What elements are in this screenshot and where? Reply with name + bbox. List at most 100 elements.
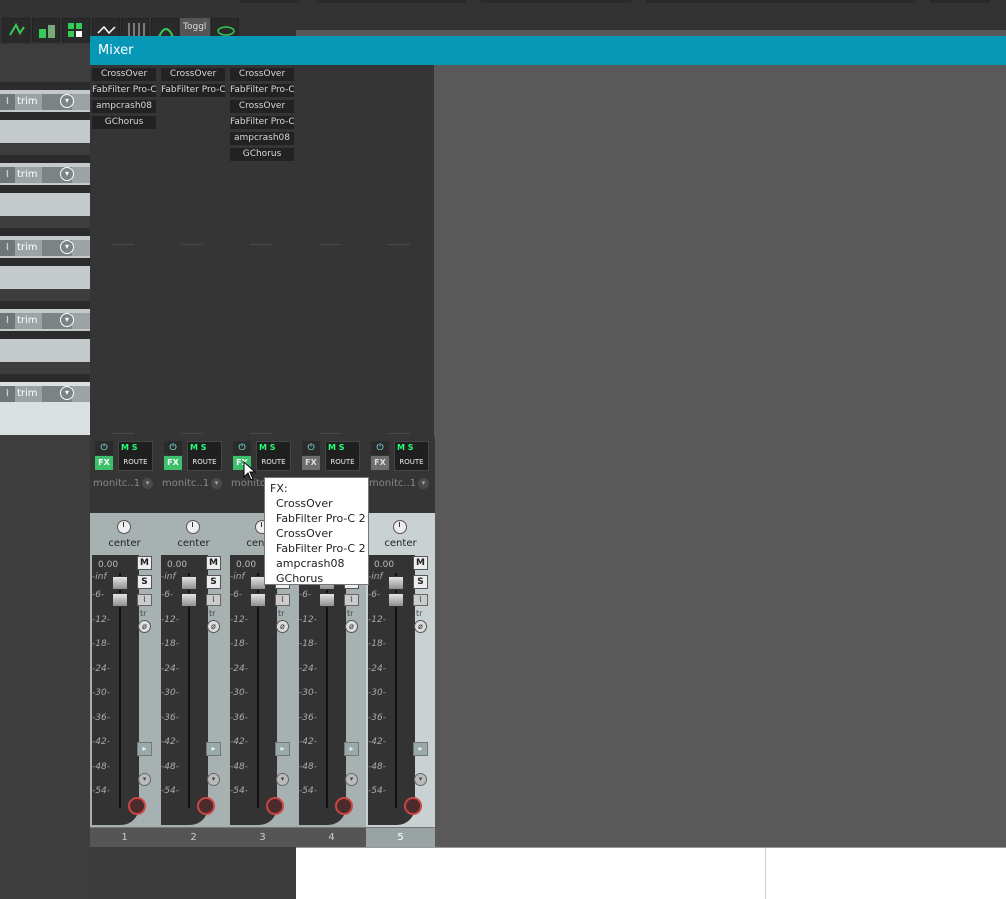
arrow-down-icon[interactable]: ▾ xyxy=(138,773,151,786)
volume-fader-track[interactable] xyxy=(188,573,190,808)
envelope-icon[interactable]: ⌇ xyxy=(0,313,15,329)
envelope-icon[interactable]: ⌇ xyxy=(206,594,221,606)
record-arm-button[interactable] xyxy=(197,797,215,815)
mixer-strip[interactable]: ⏻ FX M S ROUTE monitc..1 ▾ center 0.00 -… xyxy=(366,65,435,847)
envelope-icon[interactable]: ⌇ xyxy=(137,594,152,606)
power-icon[interactable]: ⏻ xyxy=(233,441,251,455)
volume-fader-track[interactable] xyxy=(395,573,397,808)
pan-knob[interactable] xyxy=(117,520,131,534)
track-row[interactable]: ⌇ trim ▾ xyxy=(0,228,90,301)
fx-slot[interactable]: ampcrash08 xyxy=(92,100,156,113)
monitor-select[interactable]: monitc..1 ▾ xyxy=(369,477,431,491)
fx-slot[interactable]: GChorus xyxy=(230,148,294,161)
volume-fader-handle[interactable] xyxy=(112,576,128,590)
phase-icon[interactable]: ø xyxy=(345,620,358,633)
pan-knob[interactable] xyxy=(186,520,200,534)
solo-button[interactable]: S xyxy=(137,575,152,589)
envelope-icon[interactable]: ⌇ xyxy=(0,167,15,183)
track-row[interactable]: ⌇ trim ▾ xyxy=(0,82,90,155)
phase-icon[interactable]: ø xyxy=(414,620,427,633)
strip-number[interactable]: 3 xyxy=(228,827,297,847)
volume-fader-track[interactable] xyxy=(119,573,121,808)
record-arm-button[interactable] xyxy=(335,797,353,815)
mute-button[interactable]: M xyxy=(413,556,428,570)
mixer-strip[interactable]: CrossOver FabFilter Pro-C ⏻ FX M S ROUTE … xyxy=(159,65,228,847)
arrow-down-icon[interactable]: ▾ xyxy=(414,773,427,786)
mixer-title-bar[interactable]: Mixer xyxy=(90,36,1006,65)
fx-slot[interactable]: ampcrash08 xyxy=(230,132,294,145)
folder-icon[interactable]: ▸ xyxy=(275,742,290,756)
chevron-down-icon[interactable]: ▾ xyxy=(418,478,429,489)
fx-slot[interactable]: FabFilter Pro-C xyxy=(230,116,294,129)
chevron-down-icon[interactable]: ▾ xyxy=(60,167,74,181)
folder-icon[interactable]: ▸ xyxy=(137,742,152,756)
arrow-down-icon[interactable]: ▾ xyxy=(207,773,220,786)
strip-number[interactable]: 1 xyxy=(90,827,159,847)
power-icon[interactable]: ⏻ xyxy=(302,441,320,455)
chevron-down-icon[interactable]: ▾ xyxy=(211,478,222,489)
volume-fader-track[interactable] xyxy=(326,573,328,808)
power-icon[interactable]: ⏻ xyxy=(371,441,389,455)
volume-fader-handle[interactable] xyxy=(181,593,197,607)
track-row[interactable]: ⌇ trim ▾ xyxy=(0,301,90,374)
phase-icon[interactable]: ø xyxy=(138,620,151,633)
fx-slot[interactable]: FabFilter Pro-C xyxy=(230,84,294,97)
volume-fader-handle[interactable] xyxy=(250,593,266,607)
strip-number[interactable]: 2 xyxy=(159,827,228,847)
fx-button[interactable]: FX xyxy=(302,456,320,470)
mute-button[interactable]: M xyxy=(137,556,152,570)
mixer-strip[interactable]: CrossOver FabFilter Pro-C CrossOver FabFilt… xyxy=(228,65,297,847)
volume-fader-track[interactable] xyxy=(257,573,259,808)
power-icon[interactable]: ⏻ xyxy=(164,441,182,455)
folder-icon[interactable]: ▸ xyxy=(206,742,221,756)
chevron-down-icon[interactable]: ▾ xyxy=(60,240,74,254)
chevron-down-icon[interactable]: ▾ xyxy=(142,478,153,489)
envelope-icon[interactable]: ⌇ xyxy=(413,594,428,606)
phase-icon[interactable]: ø xyxy=(276,620,289,633)
record-arm-button[interactable] xyxy=(404,797,422,815)
chevron-down-icon[interactable]: ▾ xyxy=(60,313,74,327)
fx-slot[interactable]: CrossOver xyxy=(161,68,225,81)
chevron-down-icon[interactable]: ▾ xyxy=(60,386,74,400)
arrow-down-icon[interactable]: ▾ xyxy=(345,773,358,786)
fx-slot[interactable]: CrossOver xyxy=(230,100,294,113)
strip-number[interactable]: 5 xyxy=(366,827,435,847)
envelope-icon[interactable]: ⌇ xyxy=(275,594,290,606)
envelope-icon[interactable]: ⌇ xyxy=(344,594,359,606)
track-row[interactable]: ⌇ trim ▾ xyxy=(0,155,90,228)
chevron-down-icon[interactable]: ▾ xyxy=(60,94,74,108)
volume-fader-handle[interactable] xyxy=(181,576,197,590)
folder-icon[interactable]: ▸ xyxy=(344,742,359,756)
arrow-down-icon[interactable]: ▾ xyxy=(276,773,289,786)
strip-number[interactable]: 4 xyxy=(297,827,366,847)
mixer-strip[interactable]: ⏻ FX M S ROUTE monitc..1 ▾ center 0.00 -… xyxy=(297,65,366,847)
route-button[interactable]: M S ROUTE xyxy=(187,441,222,471)
envelope-icon[interactable]: ⌇ xyxy=(0,240,15,256)
fx-button[interactable]: FX xyxy=(95,456,113,470)
volume-fader-handle[interactable] xyxy=(388,593,404,607)
toggle-button[interactable]: Toggl xyxy=(180,18,210,36)
solo-button[interactable]: S xyxy=(413,575,428,589)
mute-button[interactable]: M xyxy=(206,556,221,570)
fx-slot[interactable]: FabFilter Pro-C xyxy=(92,84,156,97)
fx-slot[interactable]: CrossOver xyxy=(230,68,294,81)
route-button[interactable]: M S ROUTE xyxy=(325,441,360,471)
fx-slot[interactable]: GChorus xyxy=(92,116,156,129)
volume-fader-handle[interactable] xyxy=(112,593,128,607)
pan-knob[interactable] xyxy=(393,520,407,534)
fx-slot[interactable]: CrossOver xyxy=(92,68,156,81)
phase-icon[interactable]: ø xyxy=(207,620,220,633)
loop-icon[interactable] xyxy=(2,18,30,42)
ripple-icon[interactable] xyxy=(32,18,60,42)
grid-icon[interactable] xyxy=(62,18,90,42)
solo-button[interactable]: S xyxy=(206,575,221,589)
record-arm-button[interactable] xyxy=(266,797,284,815)
monitor-select[interactable]: monitc..1 ▾ xyxy=(93,477,155,491)
fx-button[interactable]: FX xyxy=(164,456,182,470)
record-arm-button[interactable] xyxy=(128,797,146,815)
envelope-icon[interactable]: ⌇ xyxy=(0,94,15,110)
route-button[interactable]: M S ROUTE xyxy=(394,441,429,471)
mixer-strip[interactable]: CrossOver FabFilter Pro-C ampcrash08 GChoru… xyxy=(90,65,159,847)
folder-icon[interactable]: ▸ xyxy=(413,742,428,756)
volume-fader-handle[interactable] xyxy=(388,576,404,590)
